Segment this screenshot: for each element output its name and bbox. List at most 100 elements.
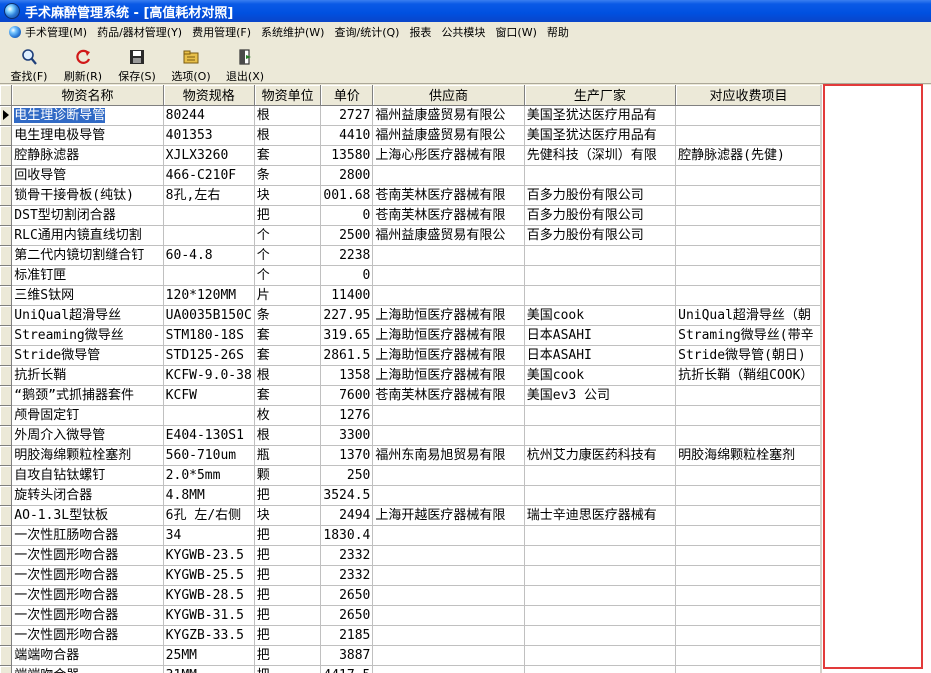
cell-unit[interactable]: 套	[254, 325, 322, 346]
cell-supplier[interactable]	[372, 525, 525, 546]
cell-unit[interactable]: 个	[254, 245, 322, 266]
menu-fees[interactable]: 费用管理(F)	[187, 22, 256, 42]
col-header-fee-item[interactable]: 对应收费项目	[675, 85, 822, 106]
cell-price[interactable]: 2861.5	[320, 345, 374, 366]
table-row[interactable]: 回收导管 466-C210F 条 2800	[0, 165, 822, 186]
cell-spec[interactable]: 80244	[163, 105, 255, 126]
menu-query[interactable]: 查询/统计(Q)	[329, 22, 404, 42]
cell-spec[interactable]	[163, 205, 255, 226]
cell-unit[interactable]: 把	[254, 205, 322, 226]
cell-price[interactable]: 319.65	[320, 325, 374, 346]
cell-name[interactable]: 端端吻合器	[11, 645, 164, 666]
table-row[interactable]: 端端吻合器31MM把4417.5	[0, 665, 822, 673]
row-indicator[interactable]	[0, 465, 13, 486]
save-button[interactable]: 保存(S)	[110, 42, 164, 84]
table-row[interactable]: 抗折长鞘 KCFW-9.0-38 根 1358 上海助恒医疗器械有限 美国cook 抗折长鞘…	[0, 365, 822, 386]
table-row[interactable]: 腔静脉滤器 XJLX3260 套 13580 上海心彤医疗器械有限 先健科技（深圳）有限腔…	[0, 145, 822, 166]
cell-name[interactable]: 腔静脉滤器	[11, 145, 164, 166]
row-indicator[interactable]	[0, 545, 13, 566]
cell-supplier[interactable]: 上海心彤医疗器械有限	[372, 145, 525, 166]
cell-price[interactable]: 2494	[320, 505, 374, 526]
cell-price[interactable]: 2238	[320, 245, 374, 266]
table-row[interactable]: 电生理诊断导管 80244 根 2727 福州益康盛贸易有限公 美国圣犹达医疗用品有	[0, 105, 822, 126]
cell-price[interactable]: 2650	[320, 605, 374, 626]
cell-supplier[interactable]: 苍南芙林医疗器械有限	[372, 205, 525, 226]
cell-spec[interactable]: 401353	[163, 125, 255, 146]
cell-name[interactable]: 旋转头闭合器	[11, 485, 164, 506]
table-row[interactable]: “鹅颈”式抓捕器套件 KCFW 套 7600 苍南芙林医疗器械有限 美国ev3 公司	[0, 385, 822, 406]
cell-supplier[interactable]	[372, 245, 525, 266]
cell-price[interactable]: 1830.4	[320, 525, 374, 546]
table-row[interactable]: RLC通用内镜直线切割 个 2500 福州益康盛贸易有限公 百多力股份有限公司	[0, 225, 822, 246]
cell-supplier[interactable]: 上海助恒医疗器械有限	[372, 325, 525, 346]
cell-name[interactable]: 回收导管	[11, 165, 164, 186]
cell-name[interactable]: “鹅颈”式抓捕器套件	[11, 385, 164, 406]
cell-fee-item[interactable]	[675, 265, 822, 286]
cell-price[interactable]: 2185	[320, 625, 374, 646]
cell-spec[interactable]: STM180-18S	[163, 325, 255, 346]
cell-manufacturer[interactable]	[524, 645, 677, 666]
cell-price[interactable]: 2332	[320, 565, 374, 586]
row-indicator[interactable]	[0, 425, 13, 446]
table-row[interactable]: 明胶海绵颗粒栓塞剂 560-710um 瓶 1370 福州东南易旭贸易有限 杭州艾力康医药…	[0, 445, 822, 466]
cell-spec[interactable]: KYGWB-31.5	[163, 605, 255, 626]
menu-surgery[interactable]: 手术管理(M)	[4, 22, 92, 42]
row-indicator[interactable]	[0, 165, 13, 186]
cell-price[interactable]: 3524.5	[320, 485, 374, 506]
row-indicator[interactable]	[0, 325, 13, 346]
table-row[interactable]: 旋转头闭合器 4.8MM 把 3524.5	[0, 485, 822, 506]
cell-spec[interactable]: XJLX3260	[163, 145, 255, 166]
cell-fee-item[interactable]	[675, 165, 822, 186]
cell-spec[interactable]: 6孔 左/右侧	[163, 505, 255, 526]
cell-manufacturer[interactable]	[524, 165, 677, 186]
row-indicator[interactable]	[0, 205, 13, 226]
cell-manufacturer[interactable]	[524, 425, 677, 446]
cell-price[interactable]: 2727	[320, 105, 374, 126]
cell-spec[interactable]: 560-710um	[163, 445, 255, 466]
cell-manufacturer[interactable]: 杭州艾力康医药科技有	[524, 445, 677, 466]
cell-manufacturer[interactable]	[524, 245, 677, 266]
cell-price[interactable]: 2800	[320, 165, 374, 186]
cell-unit[interactable]: 片	[254, 285, 322, 306]
cell-spec[interactable]: KCFW-9.0-38	[163, 365, 255, 386]
cell-supplier[interactable]	[372, 165, 525, 186]
cell-supplier[interactable]: 上海助恒医疗器械有限	[372, 365, 525, 386]
cell-unit[interactable]: 条	[254, 165, 322, 186]
table-row[interactable]: 一次性圆形吻合器 KYGWB-31.5 把 2650	[0, 605, 822, 626]
cell-supplier[interactable]	[372, 485, 525, 506]
table-row[interactable]: 一次性肛肠吻合器 34 把 1830.4	[0, 525, 822, 546]
cell-spec[interactable]: KYGWB-25.5	[163, 565, 255, 586]
cell-supplier[interactable]	[372, 565, 525, 586]
cell-spec[interactable]: 25MM	[163, 645, 255, 666]
cell-manufacturer[interactable]	[524, 285, 677, 306]
cell-price[interactable]: 3887	[320, 645, 374, 666]
row-indicator[interactable]	[0, 565, 13, 586]
cell-unit[interactable]: 把	[254, 485, 322, 506]
cell-spec[interactable]	[163, 265, 255, 286]
row-indicator[interactable]	[0, 585, 13, 606]
menu-common[interactable]: 公共模块	[436, 22, 490, 42]
cell-fee-item[interactable]	[675, 605, 822, 626]
col-header-manufacturer[interactable]: 生产厂家	[524, 85, 677, 106]
cell-supplier[interactable]: 福州益康盛贸易有限公	[372, 105, 525, 126]
cell-manufacturer[interactable]	[524, 405, 677, 426]
cell-manufacturer[interactable]: 美国cook	[524, 305, 677, 326]
cell-manufacturer[interactable]	[524, 545, 677, 566]
cell-manufacturer[interactable]	[524, 625, 677, 646]
cell-name[interactable]: 电生理诊断导管	[11, 105, 164, 126]
cell-manufacturer[interactable]	[524, 485, 677, 506]
cell-name[interactable]: 一次性圆形吻合器	[11, 625, 164, 646]
cell-spec[interactable]: 34	[163, 525, 255, 546]
cell-name[interactable]: AO-1.3L型钛板	[11, 505, 164, 526]
cell-fee-item[interactable]	[675, 625, 822, 646]
cell-fee-item[interactable]	[675, 405, 822, 426]
cell-unit[interactable]: 把	[254, 625, 322, 646]
row-indicator[interactable]	[0, 185, 13, 206]
cell-fee-item[interactable]	[675, 385, 822, 406]
cell-name[interactable]: 标准钉匣	[11, 265, 164, 286]
cell-spec[interactable]: 2.0*5mm	[163, 465, 255, 486]
cell-price[interactable]: 1276	[320, 405, 374, 426]
menu-help[interactable]: 帮助	[542, 22, 574, 42]
cell-unit[interactable]: 瓶	[254, 445, 322, 466]
cell-fee-item[interactable]	[675, 185, 822, 206]
